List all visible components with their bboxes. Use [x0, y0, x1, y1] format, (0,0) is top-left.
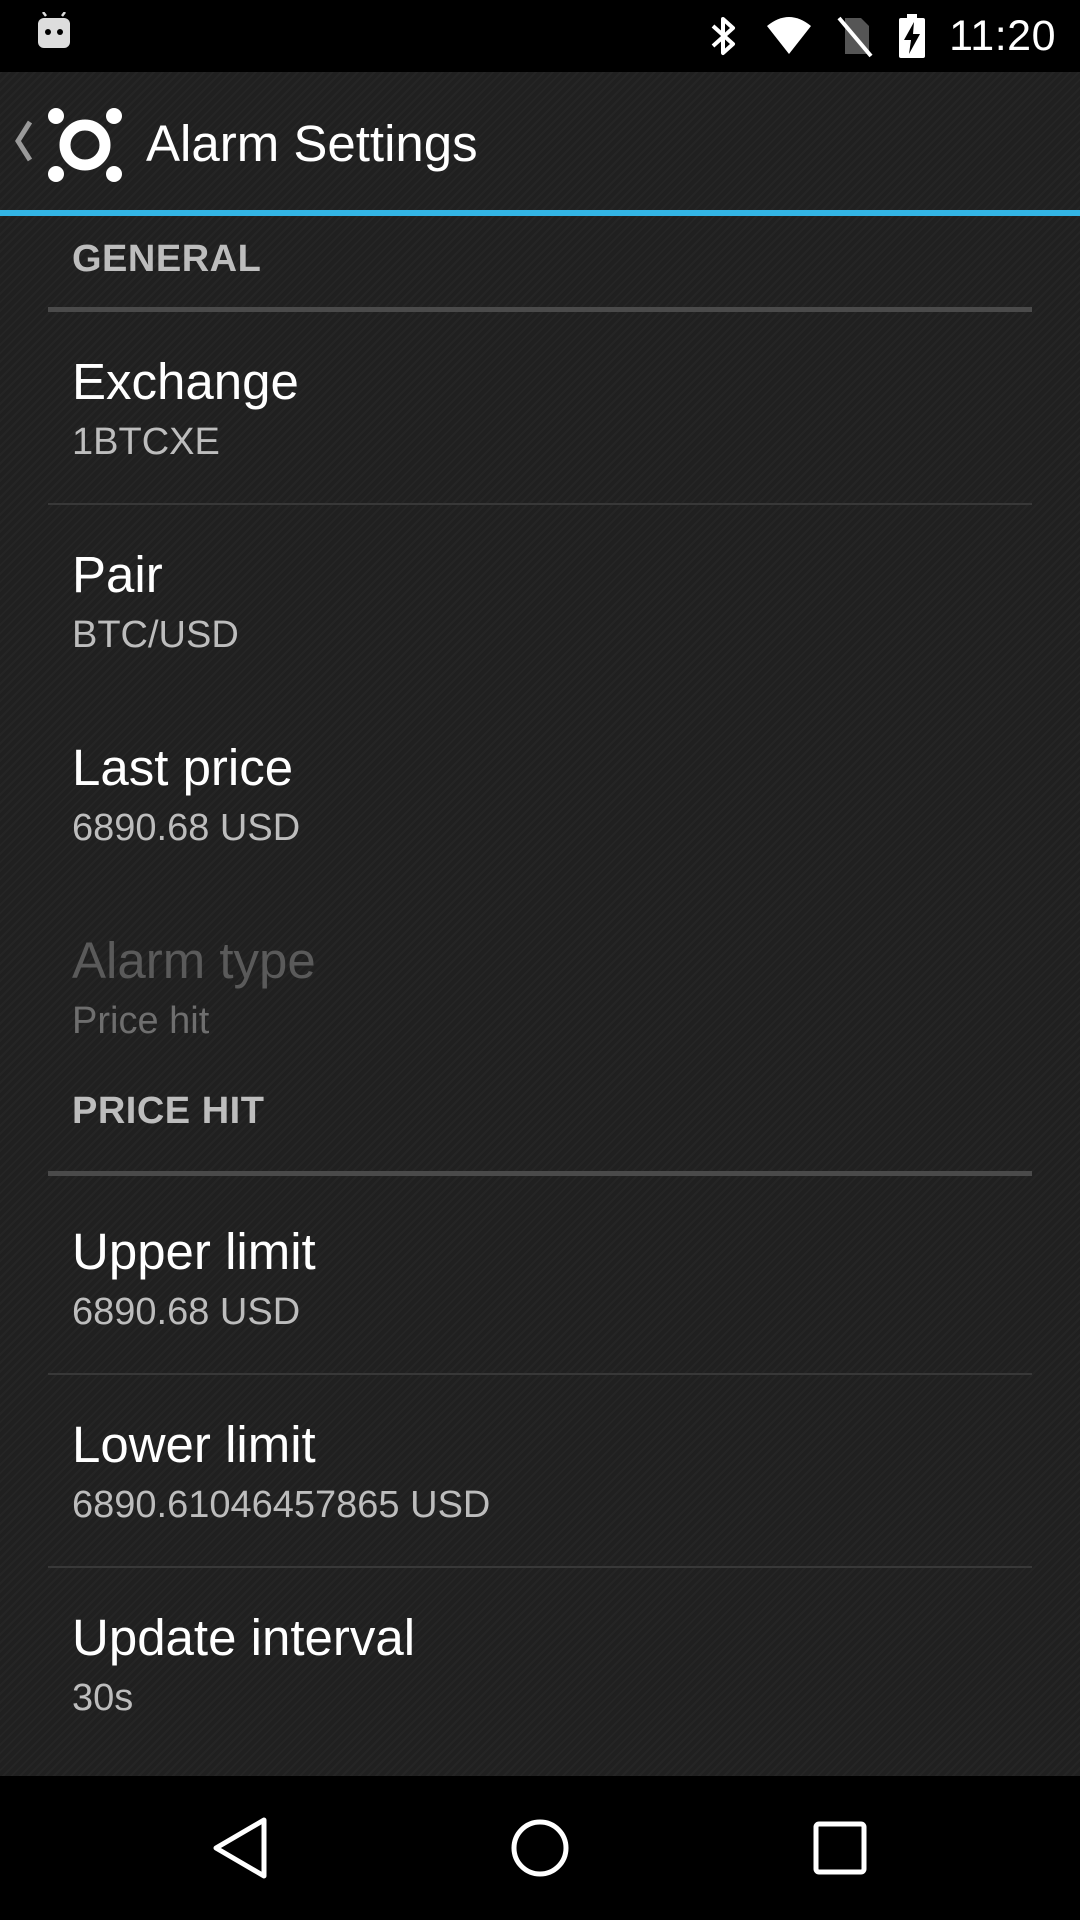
- pref-lower-limit[interactable]: Lower limit 6890.61046457865 USD: [0, 1375, 1080, 1568]
- navigation-bar: [0, 1776, 1080, 1920]
- category-price-hit: PRICE HIT: [0, 1084, 1080, 1182]
- pref-alarm-type: Alarm type Price hit: [0, 891, 1080, 1084]
- content-area: Alarm Settings GENERAL Exchange 1BTCXE P…: [0, 72, 1080, 1776]
- category-label: PRICE HIT: [72, 1090, 265, 1132]
- nav-home-icon[interactable]: [506, 1814, 574, 1882]
- pref-summary: 6890.61046457865 USD: [72, 1484, 491, 1526]
- pref-title: Last price: [72, 739, 294, 796]
- nav-back-icon[interactable]: [206, 1814, 274, 1882]
- category-general: GENERAL: [0, 216, 1080, 312]
- pref-upper-limit[interactable]: Upper limit 6890.68 USD: [0, 1182, 1080, 1375]
- pref-exchange[interactable]: Exchange 1BTCXE: [0, 312, 1080, 505]
- pref-summary: 6890.68 USD: [72, 1291, 301, 1333]
- page-title: Alarm Settings: [146, 115, 478, 172]
- android-icon: [38, 12, 70, 48]
- status-bar: 11:20: [0, 0, 1080, 72]
- pref-title: Update interval: [72, 1609, 416, 1666]
- category-divider: [48, 1171, 1032, 1176]
- category-label: GENERAL: [72, 238, 262, 280]
- pref-title: Upper limit: [72, 1223, 316, 1280]
- pref-summary: 6890.68 USD: [72, 807, 301, 849]
- pref-summary: 30s: [72, 1677, 134, 1719]
- pref-summary: BTC/USD: [72, 614, 239, 656]
- pref-title: Lower limit: [72, 1416, 316, 1473]
- status-time: 11:20: [949, 11, 1056, 60]
- pref-title: Pair: [72, 546, 163, 603]
- back-chevron-icon[interactable]: [10, 116, 36, 166]
- pref-pair[interactable]: Pair BTC/USD: [0, 505, 1080, 698]
- status-icons: 11:20: [703, 0, 1056, 72]
- app-logo-icon[interactable]: [44, 104, 126, 186]
- action-bar: Alarm Settings: [0, 72, 1080, 210]
- pref-summary: 1BTCXE: [72, 421, 220, 463]
- wifi-icon: [767, 17, 812, 54]
- pref-last-price[interactable]: Last price 6890.68 USD: [0, 698, 1080, 891]
- preference-list: GENERAL Exchange 1BTCXE Pair BTC/USD Las…: [0, 216, 1080, 1761]
- battery-charging-icon: [899, 14, 926, 58]
- pref-summary: Price hit: [72, 1000, 210, 1042]
- screen: 11:20 Alarm Settings GENERAL Exchange 1B…: [0, 0, 1080, 1920]
- no-sim-icon: [837, 16, 873, 58]
- pref-update-interval[interactable]: Update interval 30s: [0, 1568, 1080, 1761]
- pref-title: Alarm type: [72, 932, 316, 989]
- bluetooth-icon: [711, 17, 736, 55]
- nav-recents-icon[interactable]: [806, 1814, 874, 1882]
- pref-title: Exchange: [72, 353, 299, 410]
